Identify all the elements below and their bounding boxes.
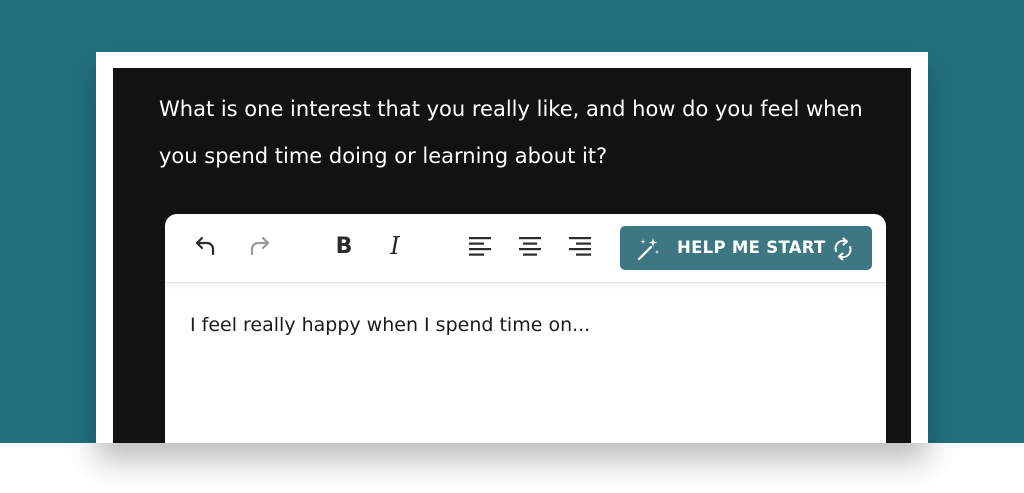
help-me-start-button[interactable]: HELP ME START <box>620 226 872 270</box>
align-right-button[interactable] <box>565 231 595 261</box>
question-panel: What is one interest that you really lik… <box>113 68 911 443</box>
editor-content[interactable]: I feel really happy when I spend time on… <box>190 314 590 336</box>
editor-toolbar: B I HELP ME START <box>165 214 886 283</box>
bold-icon: B <box>335 233 353 259</box>
align-right-icon <box>569 237 591 256</box>
redo-icon <box>250 236 270 256</box>
italic-button[interactable]: I <box>380 231 410 261</box>
align-center-button[interactable] <box>515 231 545 261</box>
redo-button[interactable] <box>244 231 274 261</box>
italic-icon: I <box>390 232 400 260</box>
question-text: What is one interest that you really lik… <box>159 97 863 168</box>
text-editor: B I HELP ME START I feel really happy wh… <box>165 214 886 443</box>
align-left-button[interactable] <box>465 231 495 261</box>
align-center-icon <box>519 237 541 256</box>
magic-wand-icon <box>637 238 659 261</box>
bold-button[interactable]: B <box>329 231 359 261</box>
refresh-icon <box>834 237 852 261</box>
undo-button[interactable] <box>191 231 221 261</box>
help-me-start-label: HELP ME START <box>677 238 826 257</box>
align-left-icon <box>469 237 491 256</box>
undo-icon <box>195 236 215 256</box>
